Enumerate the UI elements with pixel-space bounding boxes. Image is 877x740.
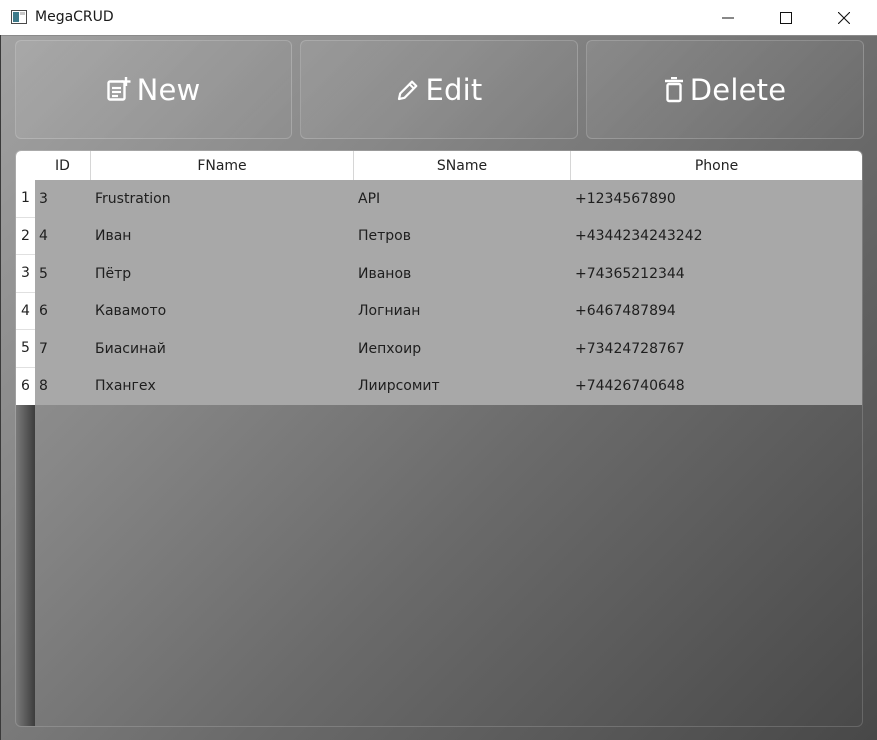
column-header-fname[interactable]: FName xyxy=(91,151,354,180)
trash-icon xyxy=(664,76,684,103)
app-icon xyxy=(11,10,27,24)
new-button[interactable]: New xyxy=(15,40,292,139)
cell-id[interactable]: 7 xyxy=(35,330,91,368)
grid-header: ID FName SName Phone xyxy=(35,151,862,180)
note-add-icon xyxy=(106,76,131,103)
pencil-icon xyxy=(396,78,420,102)
cell-id[interactable]: 8 xyxy=(35,368,91,406)
cell-sname[interactable]: Иванов xyxy=(354,255,571,293)
delete-button[interactable]: Delete xyxy=(586,40,864,139)
cell-fname[interactable]: Кавамото xyxy=(91,293,354,331)
cell-sname[interactable]: Логниан xyxy=(354,293,571,331)
cell-phone[interactable]: +1234567890 xyxy=(571,180,862,218)
table-row[interactable]: 3 5 Пётр Иванов +74365212344 xyxy=(16,255,862,293)
cell-phone[interactable]: +74365212344 xyxy=(571,255,862,293)
grid-rows: 1 3 Frustration API +1234567890 2 4 Иван… xyxy=(16,180,862,405)
cell-sname[interactable]: Лиирсомит xyxy=(354,368,571,406)
main-content: New Edit Delete ID FName SName Phone 1 3… xyxy=(1,35,877,740)
table-row[interactable]: 6 8 Пхангех Лиирсомит +74426740648 xyxy=(16,367,862,406)
row-header[interactable]: 1 xyxy=(16,180,35,218)
cell-sname[interactable]: Иепхоир xyxy=(354,330,571,368)
row-header[interactable]: 4 xyxy=(16,292,35,330)
grid-corner[interactable] xyxy=(16,151,35,180)
cell-fname[interactable]: Биасинай xyxy=(91,330,354,368)
edit-button[interactable]: Edit xyxy=(300,40,578,139)
window-title: MegaCRUD xyxy=(35,9,114,25)
cell-sname[interactable]: API xyxy=(354,180,571,218)
maximize-icon xyxy=(780,11,792,24)
minimize-icon xyxy=(722,17,734,18)
cell-phone[interactable]: +74426740648 xyxy=(571,368,862,406)
cell-id[interactable]: 3 xyxy=(35,180,91,218)
cell-id[interactable]: 4 xyxy=(35,218,91,256)
new-button-label: New xyxy=(136,72,201,107)
table-row[interactable]: 4 6 Кавамото Логниан +6467487894 xyxy=(16,292,862,331)
cell-phone[interactable]: +73424728767 xyxy=(571,330,862,368)
cell-sname[interactable]: Петров xyxy=(354,218,571,256)
table-row[interactable]: 1 3 Frustration API +1234567890 xyxy=(16,180,862,218)
row-header[interactable]: 3 xyxy=(16,255,35,293)
cell-id[interactable]: 6 xyxy=(35,293,91,331)
cell-fname[interactable]: Пхангех xyxy=(91,368,354,406)
delete-button-label: Delete xyxy=(689,72,787,107)
close-icon xyxy=(838,11,850,24)
column-header-sname[interactable]: SName xyxy=(354,151,571,180)
title-bar: MegaCRUD xyxy=(0,0,877,35)
cell-phone[interactable]: +6467487894 xyxy=(571,293,862,331)
column-header-id[interactable]: ID xyxy=(35,151,91,180)
minimize-button[interactable] xyxy=(699,0,757,35)
maximize-button[interactable] xyxy=(757,0,815,35)
row-header[interactable]: 6 xyxy=(16,367,35,405)
data-grid[interactable]: ID FName SName Phone 1 3 Frustration API… xyxy=(15,150,863,727)
cell-id[interactable]: 5 xyxy=(35,255,91,293)
cell-fname[interactable]: Иван xyxy=(91,218,354,256)
cell-phone[interactable]: +4344234243242 xyxy=(571,218,862,256)
edit-button-label: Edit xyxy=(425,72,483,107)
cell-fname[interactable]: Frustration xyxy=(91,180,354,218)
table-row[interactable]: 2 4 Иван Петров +4344234243242 xyxy=(16,217,862,256)
table-row[interactable]: 5 7 Биасинай Иепхоир +73424728767 xyxy=(16,330,862,368)
column-header-phone[interactable]: Phone xyxy=(571,151,862,180)
close-button[interactable] xyxy=(815,0,873,35)
row-header[interactable]: 2 xyxy=(16,217,35,255)
row-header[interactable]: 5 xyxy=(16,330,35,368)
cell-fname[interactable]: Пётр xyxy=(91,255,354,293)
